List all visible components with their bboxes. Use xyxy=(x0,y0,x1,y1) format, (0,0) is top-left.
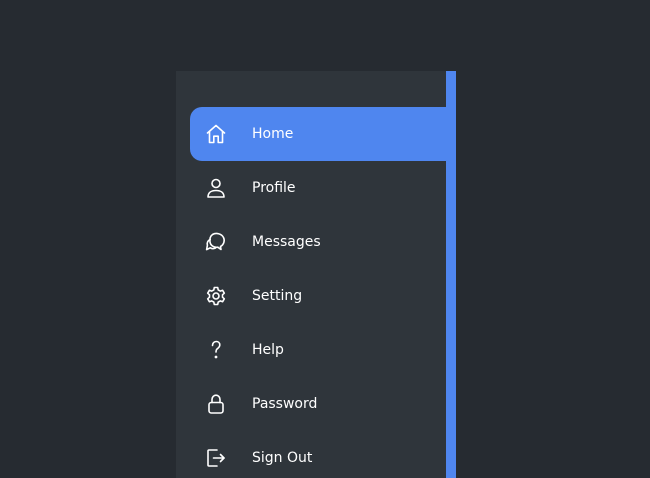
sidebar-item-home[interactable]: Home xyxy=(190,107,456,161)
sign-out-icon xyxy=(204,446,228,470)
sidebar-item-sign-out[interactable]: Sign Out xyxy=(176,431,456,478)
sidebar-item-label: Profile xyxy=(252,180,296,196)
sidebar-item-password[interactable]: Password xyxy=(176,377,456,431)
user-icon xyxy=(204,176,228,200)
sidebar-item-label: Home xyxy=(252,126,294,142)
question-mark-icon xyxy=(204,338,228,362)
sidebar-item-label: Sign Out xyxy=(252,450,313,466)
home-icon xyxy=(204,122,228,146)
sidebar-item-setting[interactable]: Setting xyxy=(176,269,456,323)
page: Home Profile Messages Setting Help Passw… xyxy=(0,0,650,478)
sidebar-item-messages[interactable]: Messages xyxy=(176,215,456,269)
sidebar-navigation: Home Profile Messages Setting Help Passw… xyxy=(176,71,456,478)
sidebar-item-profile[interactable]: Profile xyxy=(176,161,456,215)
sidebar-item-label: Setting xyxy=(252,288,303,304)
chat-bubbles-icon xyxy=(204,230,228,254)
gear-icon xyxy=(204,284,228,308)
sidebar-item-label: Messages xyxy=(252,234,321,250)
sidebar-item-help[interactable]: Help xyxy=(176,323,456,377)
sidebar-top-cap xyxy=(176,71,446,107)
sidebar-item-label: Help xyxy=(252,342,284,358)
sidebar-menu: Home Profile Messages Setting Help Passw… xyxy=(176,107,456,478)
lock-icon xyxy=(204,392,228,416)
sidebar-item-label: Password xyxy=(252,396,318,412)
